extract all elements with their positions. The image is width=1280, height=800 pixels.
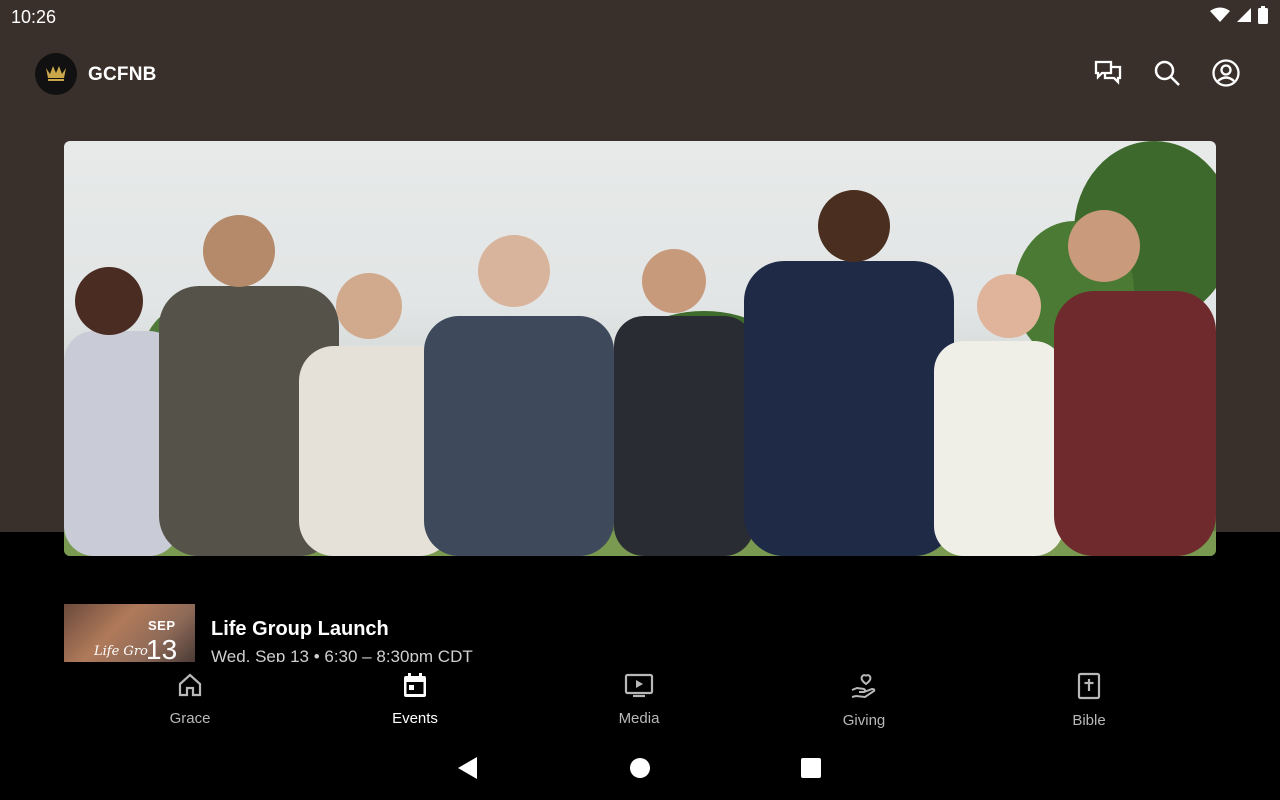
account-icon[interactable] — [1212, 59, 1240, 87]
giving-hand-icon — [850, 672, 878, 705]
bible-icon — [1076, 672, 1102, 705]
home-circle-icon[interactable] — [629, 757, 651, 784]
bottom-navigation: Grace Events Media Giving Bible — [0, 662, 1280, 742]
chat-icon[interactable] — [1094, 59, 1122, 87]
crown-icon — [44, 62, 68, 87]
search-icon[interactable] — [1153, 59, 1181, 87]
app-brand-title: GCFNB — [88, 64, 157, 85]
media-play-icon — [624, 672, 654, 703]
group-photo-illustration — [64, 141, 1216, 556]
status-icons — [1210, 5, 1268, 29]
event-list-item[interactable]: Life Gro SEP 13 Life Group Launch Wed, S… — [64, 604, 1216, 662]
thumbnail-day: 13 — [146, 634, 178, 662]
hero-image[interactable] — [64, 141, 1216, 556]
system-navigation-bar — [0, 742, 1280, 800]
event-datetime: Wed, Sep 13 • 6:30 – 8:30pm CDT — [211, 647, 473, 662]
event-text: Life Group Launch Wed, Sep 13 • 6:30 – 8… — [211, 604, 473, 662]
back-icon[interactable] — [457, 756, 479, 785]
battery-icon — [1258, 5, 1268, 29]
wifi-icon — [1210, 7, 1230, 28]
event-title: Life Group Launch — [211, 618, 389, 640]
nav-label-giving: Giving — [842, 712, 886, 729]
home-icon — [177, 672, 203, 703]
thumbnail-script-text: Life Gro — [94, 644, 148, 659]
calendar-icon — [402, 672, 428, 703]
header-actions — [1094, 59, 1240, 87]
status-bar: 10:26 — [0, 0, 1280, 34]
nav-label-media: Media — [618, 710, 660, 727]
app-header: GCFNB — [0, 50, 1280, 100]
nav-item-media[interactable]: Media — [579, 672, 699, 727]
church-logo[interactable] — [35, 53, 77, 95]
nav-label-events: Events — [392, 710, 438, 727]
nav-item-giving[interactable]: Giving — [804, 672, 924, 729]
nav-item-bible[interactable]: Bible — [1029, 672, 1149, 729]
nav-item-grace[interactable]: Grace — [130, 672, 250, 727]
thumbnail-month: SEP — [148, 618, 176, 633]
status-time: 10:26 — [11, 6, 57, 27]
event-thumbnail: Life Gro SEP 13 — [64, 604, 195, 662]
recents-square-icon[interactable] — [800, 757, 822, 784]
nav-label-bible: Bible — [1072, 712, 1106, 729]
nav-item-events[interactable]: Events — [355, 672, 475, 727]
nav-label-grace: Grace — [169, 710, 211, 727]
cellular-signal-icon — [1236, 7, 1252, 28]
